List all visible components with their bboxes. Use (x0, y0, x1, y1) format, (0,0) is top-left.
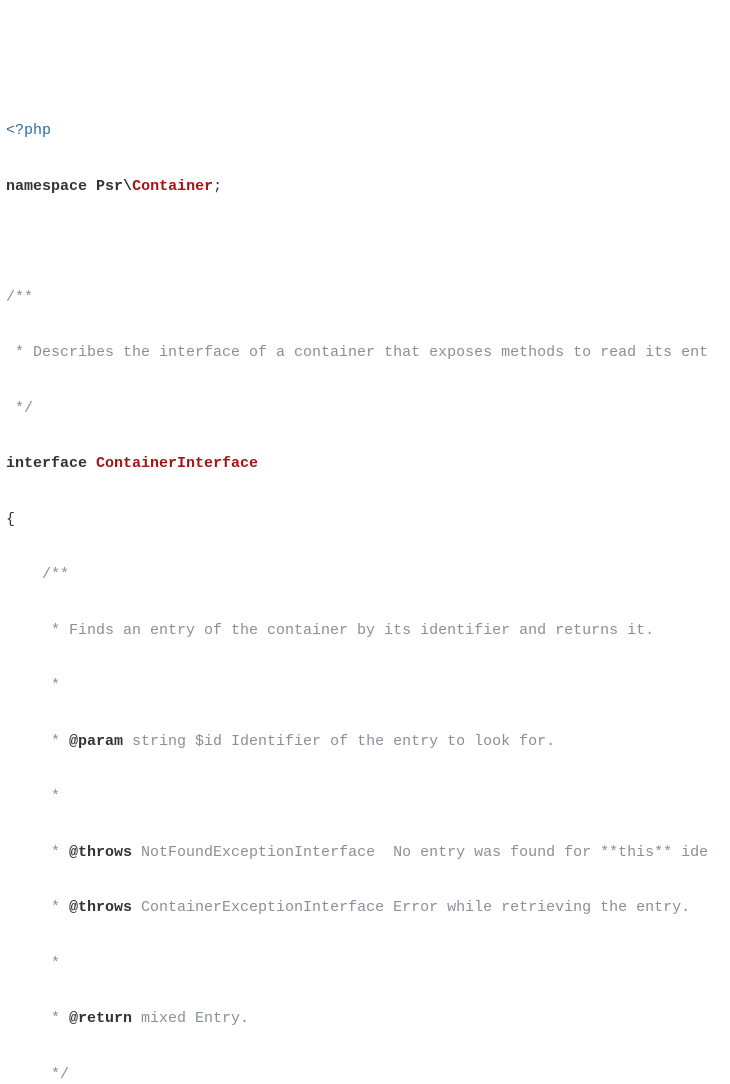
docblock-line: * @param string $id Identifier of the en… (6, 728, 730, 756)
docblock-line: * (6, 672, 730, 700)
docblock-line: * (6, 950, 730, 978)
brace-open: { (6, 506, 730, 534)
docblock-line: * (6, 783, 730, 811)
doc-tag-throws: @throws (69, 844, 132, 861)
keyword-namespace: namespace (6, 178, 87, 195)
namespace-separator: \ (123, 178, 132, 195)
doc-tag-throws: @throws (69, 899, 132, 916)
docblock-open: /** (6, 561, 730, 589)
docblock-line: * @return mixed Entry. (6, 1005, 730, 1033)
keyword-interface: interface (6, 455, 87, 472)
docblock-line: * Finds an entry of the container by its… (6, 617, 730, 645)
docblock-open: /** (6, 284, 730, 312)
namespace-part2: Container (132, 178, 213, 195)
code-line: namespace Psr\Container; (6, 173, 730, 201)
semicolon: ; (213, 178, 222, 195)
doc-tag-param: @param (69, 733, 123, 750)
docblock-close: */ (6, 395, 730, 423)
php-open-tag: <?php (6, 122, 51, 139)
docblock-line: * @throws NotFoundExceptionInterface No … (6, 839, 730, 867)
namespace-part1: Psr (96, 178, 123, 195)
code-line: interface ContainerInterface (6, 450, 730, 478)
docblock-close: */ (6, 1061, 730, 1084)
docblock-line: * @throws ContainerExceptionInterface Er… (6, 894, 730, 922)
docblock-line: * Describes the interface of a container… (6, 339, 730, 367)
doc-tag-return: @return (69, 1010, 132, 1027)
interface-name: ContainerInterface (96, 455, 258, 472)
code-line: <?php (6, 117, 730, 145)
